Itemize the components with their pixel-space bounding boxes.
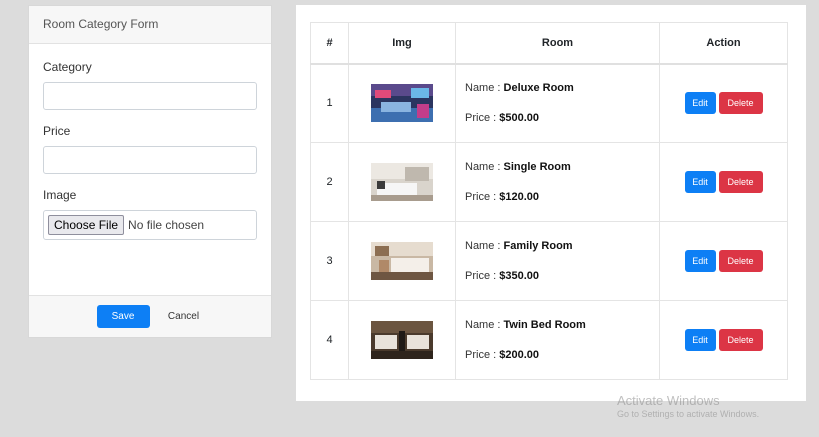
edit-button[interactable]: Edit <box>684 171 716 193</box>
row-number: 1 <box>310 63 349 143</box>
watermark-subtitle: Go to Settings to activate Windows. <box>617 409 760 419</box>
header-room: Room <box>455 22 660 65</box>
file-status-text: No file chosen <box>128 218 205 232</box>
save-button[interactable]: Save <box>96 305 150 328</box>
edit-button[interactable]: Edit <box>684 92 716 115</box>
form-title: Room Category Form <box>29 6 271 44</box>
cancel-button[interactable]: Cancel <box>164 311 204 322</box>
table-header-row: # Img Room Action <box>310 22 788 65</box>
price-prefix: Price : <box>465 349 500 361</box>
name-prefix: Name : <box>465 161 504 173</box>
form-footer: Save Cancel <box>29 295 271 337</box>
table-row: 4 Name : Twin Bed Room Price: $200.00 E… <box>310 300 788 380</box>
rooms-table-card: # Img Room Action 1 Name: Deluxe Room P… <box>296 5 806 401</box>
room-name: Family Room <box>503 240 573 252</box>
activate-windows-watermark: Activate Windows Go to Settings to activ… <box>617 393 759 419</box>
header-img: Img <box>348 22 456 65</box>
choose-file-button[interactable]: Choose File <box>48 215 125 235</box>
watermark-title: Activate Windows <box>617 393 720 408</box>
image-file-input[interactable]: Choose File No file chosen <box>43 210 257 240</box>
price-prefix: Price : <box>465 112 500 125</box>
row-number: 2 <box>310 142 349 222</box>
form-body: Category Price Image Choose File No file… <box>29 44 271 240</box>
price-prefix: Price : <box>465 270 500 282</box>
row-number: 4 <box>310 300 349 380</box>
name-prefix: Name : <box>465 82 504 95</box>
table-row: 2 Name : Single Room Price: $120.00 Edi… <box>310 142 788 222</box>
room-price: $120.00 <box>499 191 539 203</box>
delete-button[interactable]: Delete <box>718 250 763 272</box>
delete-button[interactable]: Delete <box>718 92 763 115</box>
price-label: Price <box>43 124 71 138</box>
room-category-form: Room Category Form Category Price Image … <box>28 5 272 338</box>
room-name: Deluxe Room <box>503 82 574 95</box>
edit-button[interactable]: Edit <box>684 250 716 272</box>
category-input[interactable] <box>43 82 257 110</box>
price-prefix: Price : <box>465 191 500 203</box>
name-prefix: Name : <box>465 319 504 331</box>
row-number: 3 <box>310 221 349 301</box>
category-label: Category <box>43 60 92 74</box>
table-row: 1 Name : Deluxe Room Price: $500.00 Edi… <box>310 63 788 143</box>
header-number: # <box>310 22 349 65</box>
edit-button[interactable]: Edit <box>684 329 716 351</box>
name-prefix: Name : <box>465 240 504 252</box>
room-name: Single Room <box>503 161 571 173</box>
header-action: Action <box>659 22 788 65</box>
delete-button[interactable]: Delete <box>718 171 763 193</box>
room-thumbnail-single <box>371 163 433 201</box>
room-price: $500.00 <box>499 112 539 125</box>
room-thumbnail-twin <box>371 321 433 359</box>
rooms-table: # Img Room Action 1 Name: Deluxe Room P… <box>310 22 788 380</box>
image-label: Image <box>43 188 77 202</box>
room-name: Twin Bed Room <box>503 319 586 331</box>
room-thumbnail-family <box>371 242 433 280</box>
table-row: 3 Name : Family Room Price: $350.00 Edi… <box>310 221 788 301</box>
room-price: $350.00 <box>499 270 539 282</box>
room-thumbnail-deluxe <box>371 84 433 123</box>
price-input[interactable] <box>43 146 257 174</box>
room-price: $200.00 <box>499 349 539 361</box>
delete-button[interactable]: Delete <box>718 329 763 351</box>
